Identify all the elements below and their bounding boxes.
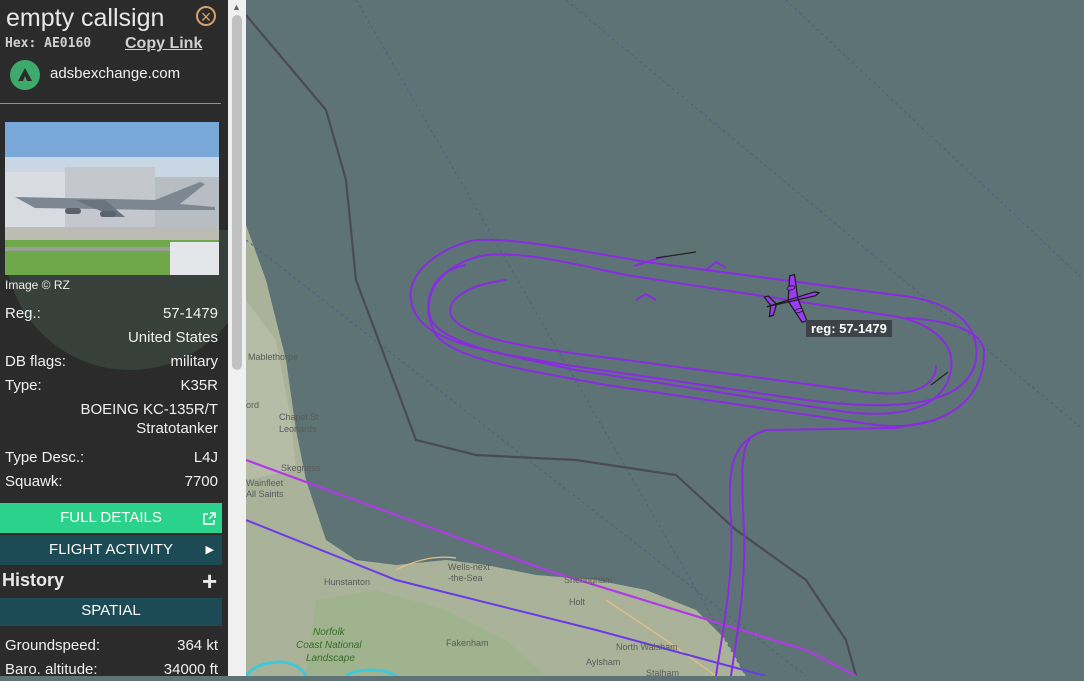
squawk-value: 7700 (184, 473, 218, 490)
town-label: All Saints (246, 489, 284, 499)
db-flags-label: DB flags: (5, 353, 66, 370)
park-label: Coast National (296, 640, 362, 651)
park-label: Landscape (306, 653, 355, 664)
scroll-up-icon[interactable]: ▲ (232, 3, 241, 12)
type-desc-label: Type Desc.: (5, 449, 85, 466)
aircraft-info-panel: empty callsign × Hex: AE0160 Copy Link a… (0, 0, 246, 676)
baro-altitude-value: 34000 ft (163, 661, 218, 676)
town-label: Fakenham (446, 638, 489, 648)
close-icon[interactable]: × (196, 6, 216, 27)
flight-activity-button[interactable]: FLIGHT ACTIVITY ▶ (0, 535, 222, 565)
spatial-section-button[interactable]: SPATIAL (0, 598, 222, 626)
divider (0, 103, 221, 104)
town-label: Holt (569, 597, 586, 607)
town-label: ord (246, 400, 259, 410)
town-label: Aylsham (586, 657, 620, 667)
town-label: North Walsham (616, 642, 678, 652)
aircraft-label[interactable]: reg: 57-1479 (806, 320, 892, 337)
squawk-label: Squawk: (5, 473, 63, 490)
town-label: Leonards (279, 424, 317, 434)
full-details-button[interactable]: FULL DETAILS (0, 503, 222, 533)
town-label: Hunstanton (324, 577, 370, 587)
town-label: Wainfleet (246, 478, 284, 488)
groundspeed-value: 364 kt (177, 637, 218, 654)
copy-link-button[interactable]: Copy Link (125, 35, 202, 53)
type-value: K35R (180, 377, 218, 394)
db-flags-value: military (170, 353, 219, 370)
type-name-line2: Stratotanker (136, 420, 218, 437)
town-label: Skegness (281, 463, 321, 473)
groundspeed-label: Groundspeed: (5, 637, 101, 654)
type-label: Type: (5, 377, 42, 394)
reg-value: 57-1479 (162, 305, 218, 322)
chevron-right-icon: ▶ (205, 544, 214, 556)
reg-label: Reg.: (5, 305, 41, 322)
type-name-line1: BOEING KC-135R/T (80, 401, 218, 418)
site-link[interactable]: adsbexchange.com (50, 65, 180, 82)
hex-code: Hex: AE0160 (5, 36, 92, 51)
plus-icon[interactable]: + (202, 566, 217, 597)
town-label: Sheringham (564, 575, 613, 585)
type-desc-value: L4J (193, 449, 218, 466)
town-label: Wells-next (448, 562, 490, 572)
country-value: United States (127, 329, 218, 346)
baro-altitude-label: Baro. altitude: (5, 661, 98, 676)
history-heading: History (2, 570, 65, 590)
map-view[interactable]: Mablethorpe ord Chapel St Leonards Skegn… (244, 0, 1084, 678)
town-label: Mablethorpe (248, 352, 298, 362)
image-credit: Image © RZ (5, 278, 70, 292)
scrollbar-thumb[interactable] (232, 15, 242, 370)
town-label: Chapel St (279, 412, 319, 422)
sidebar-scrollbar[interactable]: ▲ (228, 0, 246, 676)
town-label: Stalham (646, 668, 679, 676)
town-label: -the-Sea (448, 573, 483, 583)
external-link-icon (202, 503, 216, 533)
adsb-logo-icon[interactable] (10, 60, 40, 90)
callsign-title: empty callsign (6, 4, 165, 32)
park-label: Norfolk (313, 627, 346, 638)
aircraft-photo[interactable] (5, 122, 219, 275)
